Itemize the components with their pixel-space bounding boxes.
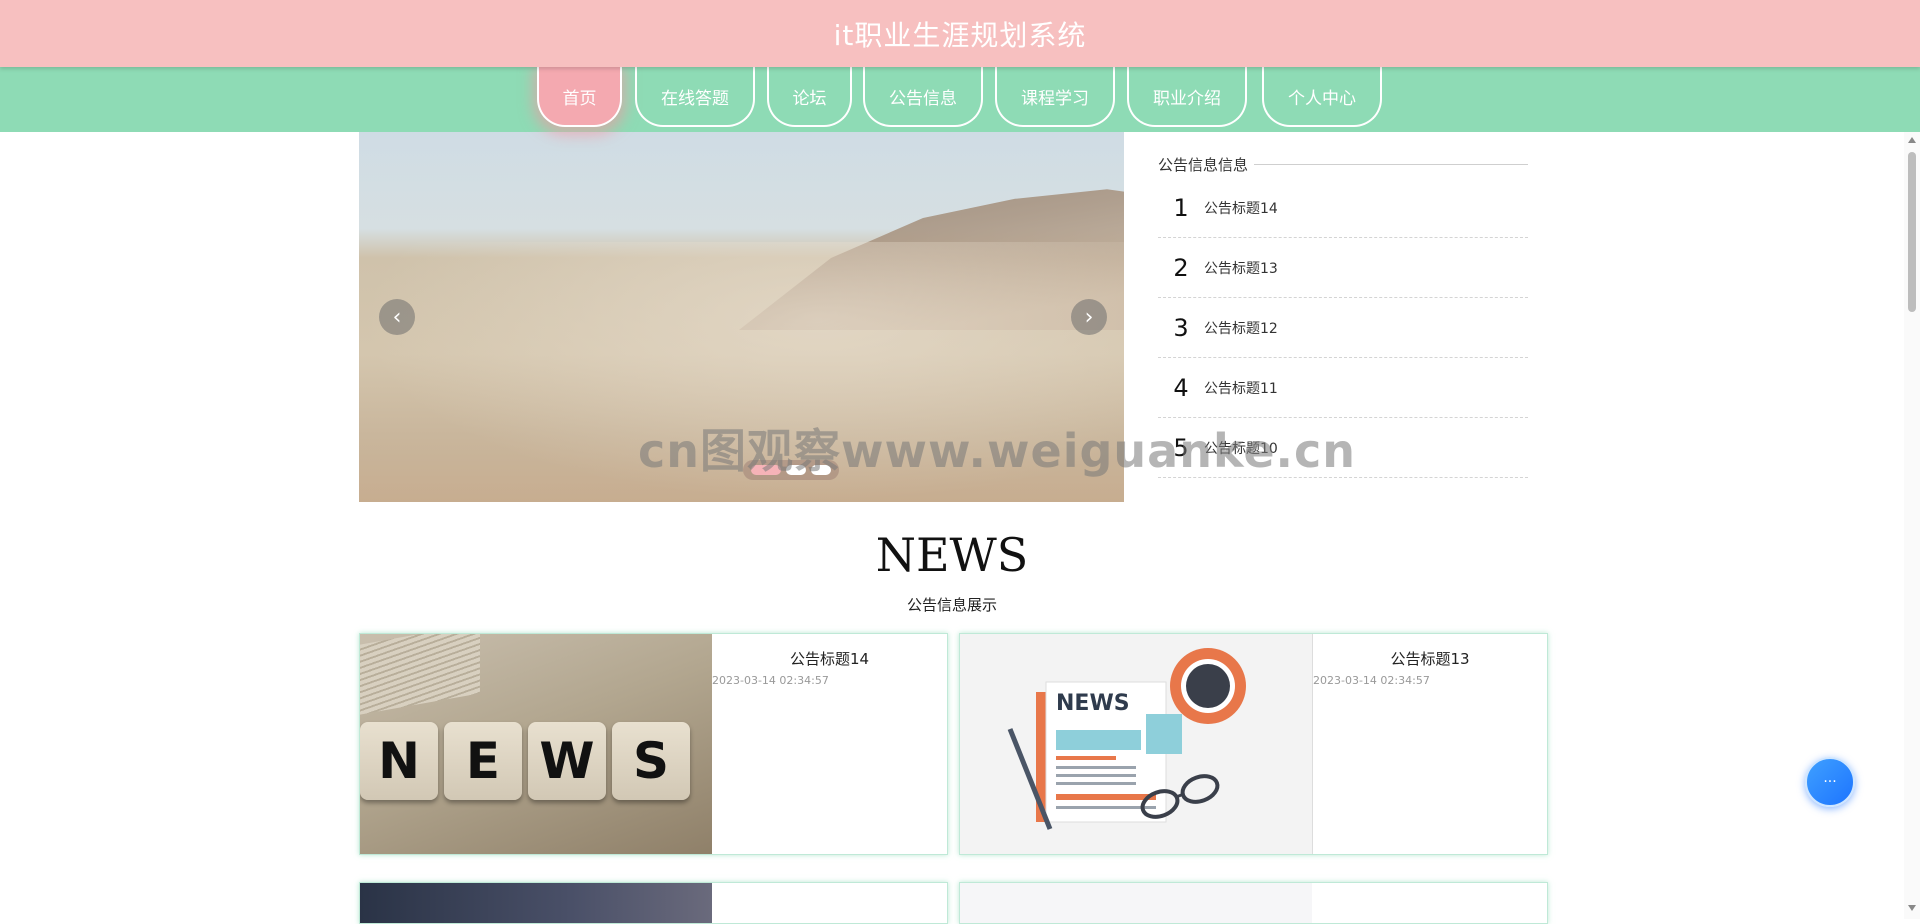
notice-item[interactable]: 1 公告标题14 <box>1158 178 1528 238</box>
nav-item-profile[interactable]: 个人中心 <box>1262 67 1382 127</box>
notice-title: 公告标题14 <box>1204 200 1278 217</box>
news-card[interactable]: NEWS 公告标题13 2023-03-14 02:34:57 <box>959 633 1548 855</box>
chat-icon: ··· <box>1823 774 1837 790</box>
scroll-up-icon[interactable] <box>1908 137 1916 143</box>
scroll-down-icon[interactable] <box>1908 905 1916 911</box>
nav-item-courses[interactable]: 课程学习 <box>995 67 1115 127</box>
notice-panel-title: 公告信息信息 <box>1158 155 1249 174</box>
watermark: cn图观察www.weiguanke.cn <box>638 424 1357 478</box>
news-card-image <box>960 883 1312 923</box>
nav-item-home[interactable]: 首页 <box>537 67 622 127</box>
newspaper-stack-image <box>360 634 480 715</box>
news-heading: NEWS <box>875 528 1029 582</box>
news-die: W <box>528 722 606 800</box>
scroll-thumb[interactable] <box>1908 152 1916 312</box>
newspaper-headline: NEWS <box>1056 691 1130 716</box>
news-card[interactable] <box>959 882 1548 924</box>
news-card[interactable]: N E W S 公告标题14 2023-03-14 02:34:57 <box>359 633 948 855</box>
news-die: E <box>444 722 522 800</box>
carousel-prev-button[interactable]: ‹ <box>379 299 415 335</box>
notice-item[interactable]: 2 公告标题13 <box>1158 238 1528 298</box>
notice-number: 3 <box>1173 313 1189 342</box>
chevron-right-icon: › <box>1084 304 1094 330</box>
news-card-info: 公告标题13 2023-03-14 02:34:57 <box>1313 634 1547 854</box>
notice-header: 公告信息信息 <box>1158 150 1528 178</box>
newspaper-illustration: NEWS <box>1007 648 1246 830</box>
news-card-image <box>360 883 712 923</box>
news-card-title: 公告标题14 <box>789 650 870 668</box>
news-card-image: NEWS <box>960 634 1313 854</box>
page-scrollbar[interactable] <box>1904 132 1920 919</box>
news-subtitle: 公告信息展示 <box>906 596 997 614</box>
news-card-date: 2023-03-14 02:34:57 <box>712 674 829 687</box>
notice-number: 1 <box>1173 193 1189 222</box>
notice-title: 公告标题11 <box>1204 380 1278 397</box>
carousel-next-button[interactable]: › <box>1071 299 1107 335</box>
nav-item-online-quiz[interactable]: 在线答题 <box>635 67 755 127</box>
float-chat-button[interactable]: ··· <box>1805 757 1855 807</box>
news-die: N <box>360 722 438 800</box>
news-card-date: 2023-03-14 02:34:57 <box>1313 674 1430 687</box>
notice-number: 4 <box>1173 373 1189 402</box>
divider <box>1254 163 1528 165</box>
notice-title: 公告标题12 <box>1204 320 1278 337</box>
nav-item-forum[interactable]: 论坛 <box>767 67 852 127</box>
main-nav: 首页 在线答题 论坛 公告信息 课程学习 职业介绍 个人中心 <box>0 67 1920 132</box>
news-card[interactable] <box>359 882 948 924</box>
news-card-image: N E W S <box>360 634 712 854</box>
news-die: S <box>612 722 690 800</box>
site-title: it职业生涯规划系统 <box>833 18 1087 52</box>
notice-item[interactable]: 3 公告标题12 <box>1158 298 1528 358</box>
news-dice: N E W S <box>360 722 690 800</box>
news-card-title: 公告标题13 <box>1390 650 1470 668</box>
notice-title: 公告标题13 <box>1204 260 1278 277</box>
notice-item[interactable]: 4 公告标题11 <box>1158 358 1528 418</box>
nav-item-careers[interactable]: 职业介绍 <box>1127 67 1247 127</box>
site-header: it职业生涯规划系统 <box>0 0 1920 67</box>
chevron-left-icon: ‹ <box>392 304 402 330</box>
notice-number: 2 <box>1173 253 1189 282</box>
news-card-info: 公告标题14 2023-03-14 02:34:57 <box>712 634 947 854</box>
nav-item-notices[interactable]: 公告信息 <box>863 67 983 127</box>
